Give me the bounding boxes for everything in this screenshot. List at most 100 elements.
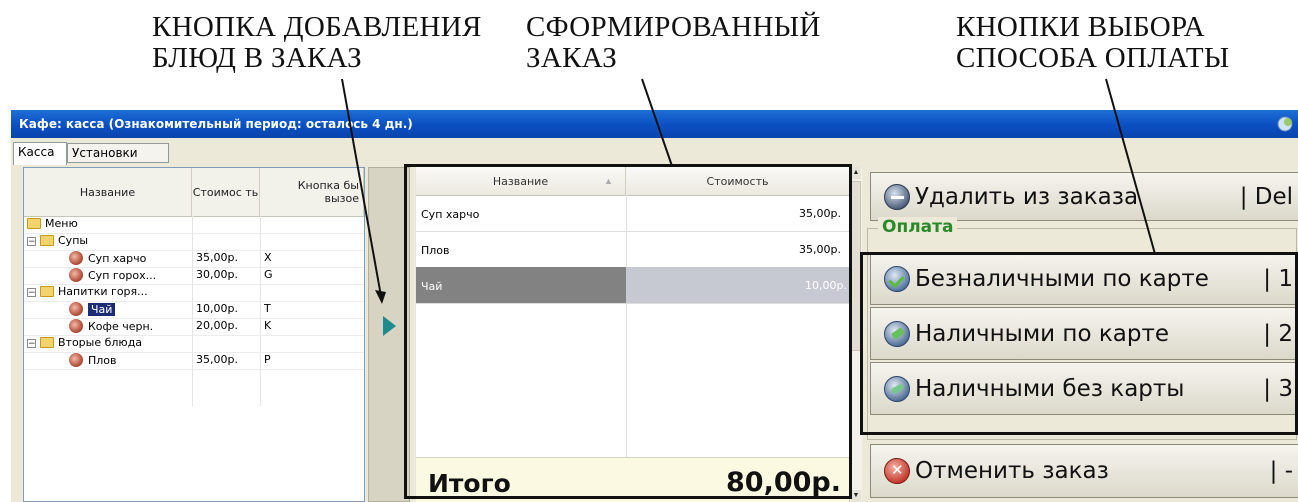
action-panel: Удалить из заказа | Del Оплата Безналичн… xyxy=(863,167,1298,502)
pay-card-button[interactable]: Безналичными по карте | 1 xyxy=(870,252,1298,305)
cancel-icon xyxy=(884,458,910,484)
order-grid: Название ▲ Стоимость Суп харчо 35,00р. П… xyxy=(416,167,855,502)
collapse-icon[interactable]: − xyxy=(27,288,36,298)
order-row-price: 35,00р. xyxy=(799,243,841,256)
tree-row-dish[interactable]: Кофе черн. 20,00р. K xyxy=(24,318,364,336)
tree-row-label: Чай xyxy=(88,303,116,316)
folder-icon xyxy=(40,235,54,246)
button-hotkey: | - xyxy=(1269,458,1293,484)
folder-icon xyxy=(27,218,41,229)
add-arrow-icon[interactable] xyxy=(383,316,396,336)
selection-highlight xyxy=(416,267,626,303)
tab-settings[interactable]: Установки xyxy=(67,143,169,163)
caption-line: КНОПКА ДОБАВЛЕНИЯ xyxy=(152,11,482,43)
order-row[interactable]: Суп харчо 35,00р. xyxy=(416,195,849,232)
order-row-price: 35,00р. xyxy=(799,207,841,220)
tree-row-price: 10,00р. xyxy=(196,302,238,315)
tree-row-label: Напитки горя... xyxy=(58,285,148,298)
menu-tree-header: Название Стоимос ть Кнопка бы вызое xyxy=(24,168,364,217)
button-label: Безналичными по карте xyxy=(915,265,1209,292)
window-title: Кафе: касса (Ознакомительный период: ост… xyxy=(19,117,413,131)
tree-row-label: Супы xyxy=(58,234,89,247)
dish-icon xyxy=(69,319,83,333)
tree-row-dish[interactable]: Суп харчо 35,00р. X xyxy=(24,250,364,268)
add-panel xyxy=(368,167,410,502)
caption-line: КНОПКИ ВЫБОРА xyxy=(956,11,1205,43)
collapse-icon[interactable]: − xyxy=(27,237,36,247)
card-payment-icon xyxy=(884,265,910,292)
tree-row-menu[interactable]: Меню xyxy=(24,216,364,234)
column-header-price[interactable]: Стоимос ть xyxy=(192,168,260,216)
caption-line: СФОРМИРОВАННЫЙ xyxy=(526,11,821,43)
tree-row-hotkey: T xyxy=(264,302,271,315)
folder-icon xyxy=(40,337,54,348)
cash-icon xyxy=(884,375,910,402)
caption-line: БЛЮД В ЗАКАЗ xyxy=(152,42,363,74)
menu-tree: Название Стоимос ть Кнопка бы вызое Меню… xyxy=(23,167,365,502)
window-titlebar[interactable]: Кафе: касса (Ознакомительный период: ост… xyxy=(11,110,1298,138)
help-icon[interactable] xyxy=(1276,115,1294,133)
cancel-order-button[interactable]: Отменить заказ | - xyxy=(870,444,1298,498)
tree-row-label: Суп харчо xyxy=(88,252,147,265)
column-header-name[interactable]: Название xyxy=(24,168,192,216)
caption-payment-buttons: КНОПКИ ВЫБОРА СПОСОБА ОПЛАТЫ xyxy=(956,12,1229,74)
tree-row-price: 35,00р. xyxy=(196,251,238,264)
order-total-bar: Итого 80,00р. xyxy=(416,457,849,502)
tree-row-label: Кофе черн. xyxy=(88,320,154,333)
delete-icon xyxy=(884,183,910,210)
sort-arrow-icon: ▲ xyxy=(604,176,613,186)
order-total-value: 80,00р. xyxy=(726,467,841,498)
pay-cash-no-card-button[interactable]: Наличными без карты | 3 xyxy=(870,362,1298,415)
caption-formed-order: СФОРМИРОВАННЫЙ ЗАКАЗ xyxy=(526,12,821,74)
tree-row-label: Меню xyxy=(45,217,78,230)
column-header-price[interactable]: Стоимость xyxy=(626,167,849,195)
tab-kassa[interactable]: Касса xyxy=(13,142,67,165)
tree-row-mains[interactable]: − Вторые блюда xyxy=(24,335,364,353)
button-label: Удалить из заказа xyxy=(915,183,1139,210)
button-label: Наличными по карте xyxy=(915,320,1169,347)
order-row-name: Плов xyxy=(421,244,450,257)
scroll-down-icon[interactable]: ▼ xyxy=(851,490,861,502)
button-label: Отменить заказ xyxy=(915,458,1109,484)
scroll-thumb[interactable] xyxy=(851,181,861,351)
dish-icon xyxy=(69,268,83,282)
order-row[interactable]: Плов 35,00р. xyxy=(416,231,849,268)
tree-row-dish[interactable]: Плов 35,00р. P xyxy=(24,352,364,370)
button-hotkey: | 2 xyxy=(1263,320,1293,347)
tree-row-hotkey: G xyxy=(264,268,273,281)
tree-row-dish-selected[interactable]: Чай 10,00р. T xyxy=(24,301,364,319)
tree-row-label: Плов xyxy=(88,354,117,367)
collapse-icon[interactable]: − xyxy=(27,339,36,349)
caption-line: ЗАКАЗ xyxy=(526,42,618,74)
column-header-name[interactable]: Название xyxy=(416,167,626,195)
dish-icon xyxy=(69,251,83,265)
order-row-name: Чай xyxy=(421,280,443,293)
tree-row-soups[interactable]: − Супы xyxy=(24,233,364,251)
order-row-selected[interactable]: Чай 10,00р. xyxy=(416,267,855,304)
pay-cash-card-button[interactable]: Наличными по карте | 2 xyxy=(870,307,1298,360)
tree-row-dish[interactable]: Суп горох... 30,00р. G xyxy=(24,267,364,285)
dish-icon xyxy=(69,353,83,367)
delete-from-order-button[interactable]: Удалить из заказа | Del xyxy=(870,172,1298,221)
caption-add-button: КНОПКА ДОБАВЛЕНИЯ БЛЮД В ЗАКАЗ xyxy=(152,12,482,74)
folder-icon xyxy=(40,286,54,297)
order-row-name: Суп харчо xyxy=(421,208,480,221)
button-label: Наличными без карты xyxy=(915,375,1185,402)
dish-icon xyxy=(69,302,83,316)
order-scrollbar[interactable]: ▲ ▼ xyxy=(849,167,862,502)
tree-row-label: Вторые блюда xyxy=(58,336,143,349)
cafe-cash-window: Кафе: касса (Ознакомительный период: ост… xyxy=(11,110,1298,502)
order-row-price: 10,00р. xyxy=(805,279,847,292)
cash-card-icon xyxy=(884,320,910,347)
tree-row-price: 35,00р. xyxy=(196,353,238,366)
tree-row-drinks[interactable]: − Напитки горя... xyxy=(24,284,364,302)
button-hotkey: | 1 xyxy=(1263,265,1293,292)
tree-row-hotkey: K xyxy=(264,319,272,332)
tree-row-hotkey: X xyxy=(264,251,272,264)
order-total-label: Итого xyxy=(428,469,511,498)
tree-row-hotkey: P xyxy=(264,353,271,366)
tree-row-label: Суп горох... xyxy=(88,269,157,282)
column-header-hotkey[interactable]: Кнопка бы вызое xyxy=(260,168,364,216)
tree-row-price: 30,00р. xyxy=(196,268,238,281)
scroll-up-icon[interactable]: ▲ xyxy=(851,167,861,179)
